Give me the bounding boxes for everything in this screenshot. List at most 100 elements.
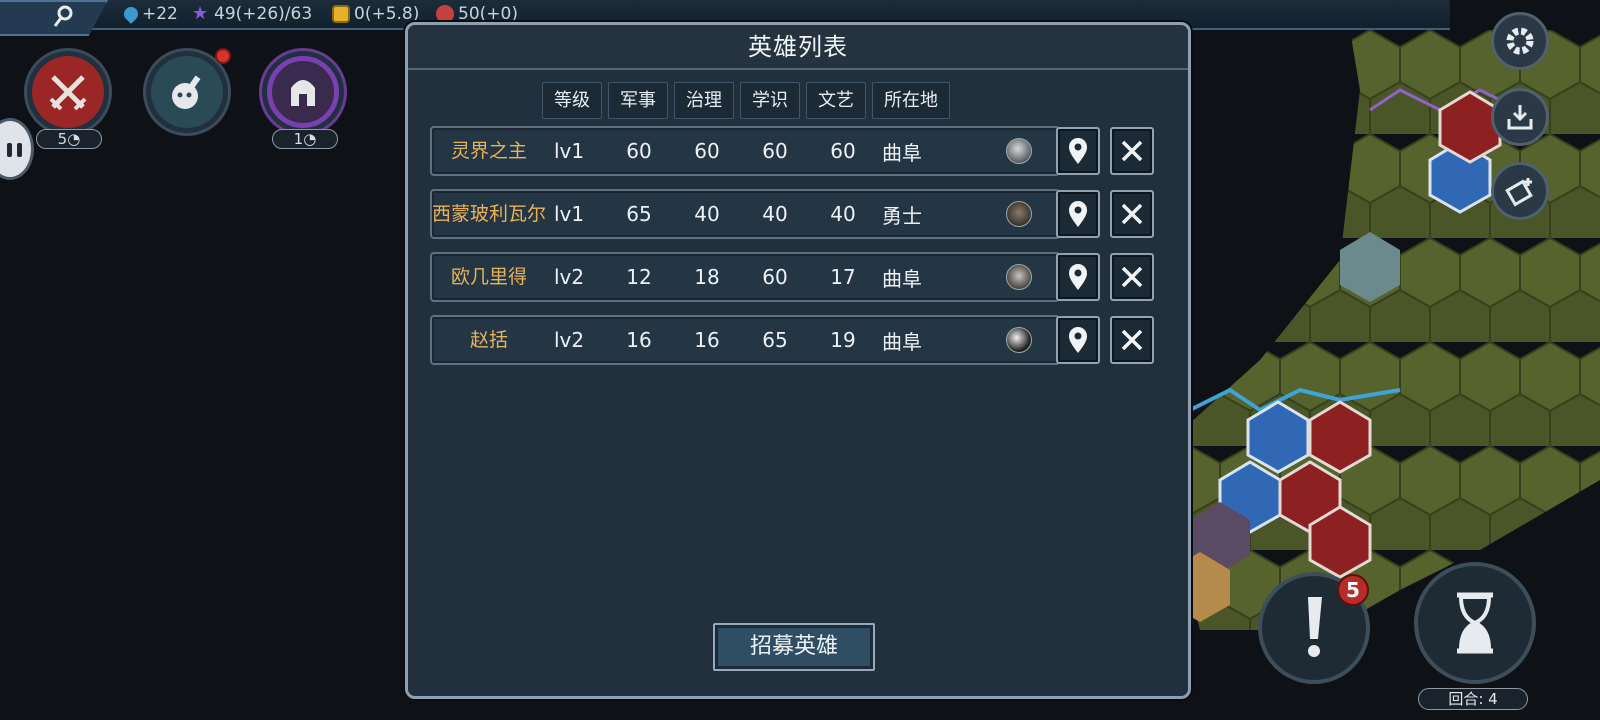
advisor-button[interactable] — [259, 48, 347, 136]
turn-counter: 回合: 4 — [1418, 688, 1528, 710]
hero-portrait — [1006, 327, 1032, 353]
hourglass-icon — [1457, 592, 1493, 654]
hero-row[interactable]: 欧几里得 lv2 12 18 60 17 曲阜 — [430, 252, 1060, 302]
crossed-swords-icon — [32, 56, 104, 128]
hero-arts: 17 — [830, 265, 856, 289]
locate-hero-button[interactable] — [1056, 190, 1100, 238]
recruit-hero-button[interactable]: 招募英雄 — [713, 623, 875, 671]
hero-level: lv2 — [554, 328, 585, 352]
coin-icon — [332, 5, 350, 23]
save-button[interactable] — [1491, 88, 1549, 146]
hero-arts: 40 — [830, 202, 856, 226]
column-military[interactable]: 军事 — [608, 82, 668, 119]
star-resource: ★ 49(+26)/63 — [192, 4, 312, 24]
gear-icon — [1506, 27, 1534, 55]
add-item-icon — [1505, 178, 1533, 207]
locate-hero-button[interactable] — [1056, 316, 1100, 364]
hero-military: 65 — [626, 202, 652, 226]
hero-level: lv2 — [554, 265, 585, 289]
column-arts[interactable]: 文艺 — [806, 82, 866, 119]
hero-name: 西蒙玻利瓦尔 — [432, 203, 547, 225]
map-pin-icon — [1069, 201, 1087, 227]
hero-list-dialog: 英雄列表 等级 军事 治理 学识 文艺 所在地 灵界之主 lv1 60 60 6… — [405, 22, 1191, 699]
locate-hero-button[interactable] — [1056, 253, 1100, 301]
advisor-count-badge: 1◔ — [272, 129, 338, 149]
food-icon — [436, 5, 454, 23]
close-icon — [1121, 266, 1143, 288]
water-drop-icon — [121, 4, 141, 24]
hero-name: 欧几里得 — [450, 266, 527, 288]
search-tab[interactable] — [0, 0, 108, 36]
hero-military: 12 — [626, 265, 652, 289]
hero-row[interactable]: 赵括 lv2 16 16 65 19 曲阜 — [430, 315, 1060, 365]
hero-governance: 60 — [694, 139, 720, 163]
timer-icon: ◔ — [67, 130, 81, 148]
hero-knowledge: 60 — [762, 139, 788, 163]
map-pin-icon — [1069, 264, 1087, 290]
column-governance[interactable]: 治理 — [674, 82, 734, 119]
column-knowledge[interactable]: 学识 — [740, 82, 800, 119]
hero-governance: 16 — [694, 328, 720, 352]
close-icon — [1121, 203, 1143, 225]
hero-name: 灵界之主 — [450, 140, 527, 162]
alert-count-badge: 5 — [1337, 574, 1369, 606]
hero-location: 曲阜 — [882, 140, 922, 165]
food-resource: 50(+0) — [436, 4, 518, 24]
download-icon — [1507, 105, 1533, 130]
end-turn-button[interactable] — [1414, 562, 1536, 684]
hero-governance: 18 — [694, 265, 720, 289]
water-value: +22 — [142, 4, 178, 24]
coin-value: 0(+5.8) — [354, 4, 420, 24]
timer-icon: ◔ — [303, 130, 317, 148]
hero-arts: 19 — [830, 328, 856, 352]
hero-row[interactable]: 灵界之主 lv1 60 60 60 60 曲阜 — [430, 126, 1060, 176]
side-panel-tab[interactable] — [0, 118, 34, 180]
close-icon — [1121, 140, 1143, 162]
search-icon — [53, 5, 73, 27]
hero-governance: 40 — [694, 202, 720, 226]
helmet-icon — [267, 56, 339, 128]
hero-location: 曲阜 — [882, 329, 922, 354]
dismiss-hero-button[interactable] — [1110, 316, 1154, 364]
military-button[interactable] — [24, 48, 112, 136]
dialog-title: 英雄列表 — [748, 33, 848, 61]
advisor-count: 1 — [293, 130, 304, 148]
map-pin-icon — [1069, 327, 1087, 353]
add-unit-button[interactable] — [1491, 162, 1549, 220]
hero-arts: 60 — [830, 139, 856, 163]
hero-knowledge: 60 — [762, 265, 788, 289]
hero-portrait — [1006, 138, 1032, 164]
flask-icon — [151, 56, 223, 128]
hero-row[interactable]: 西蒙玻利瓦尔 lv1 65 40 40 40 勇士 — [430, 189, 1060, 239]
close-icon — [1121, 329, 1143, 351]
column-headers: 等级 军事 治理 学识 文艺 所在地 — [542, 82, 950, 119]
exclamation-icon — [1308, 597, 1322, 657]
hero-military: 16 — [626, 328, 652, 352]
hero-portrait — [1006, 264, 1032, 290]
dismiss-hero-button[interactable] — [1110, 127, 1154, 175]
hero-knowledge: 65 — [762, 328, 788, 352]
star-value: 49(+26)/63 — [214, 4, 313, 24]
settings-button[interactable] — [1491, 12, 1549, 70]
column-level[interactable]: 等级 — [542, 82, 602, 119]
coin-resource: 0(+5.8) — [332, 4, 419, 24]
dismiss-hero-button[interactable] — [1110, 190, 1154, 238]
hero-portrait — [1006, 201, 1032, 227]
star-icon: ★ — [192, 3, 209, 24]
column-location[interactable]: 所在地 — [872, 82, 950, 119]
dismiss-hero-button[interactable] — [1110, 253, 1154, 301]
hero-military: 60 — [626, 139, 652, 163]
dialog-header: 英雄列表 — [408, 25, 1188, 70]
locate-hero-button[interactable] — [1056, 127, 1100, 175]
food-value: 50(+0) — [458, 4, 518, 24]
water-resource: +22 — [121, 4, 178, 24]
military-count-badge: 5◔ — [36, 129, 102, 149]
hero-name: 赵括 — [469, 329, 508, 351]
notification-dot — [215, 48, 231, 64]
map-pin-icon — [1069, 138, 1087, 164]
hero-location: 曲阜 — [882, 266, 922, 291]
hero-level: lv1 — [554, 202, 585, 226]
military-count: 5 — [57, 130, 68, 148]
hero-level: lv1 — [554, 139, 585, 163]
hero-knowledge: 40 — [762, 202, 788, 226]
